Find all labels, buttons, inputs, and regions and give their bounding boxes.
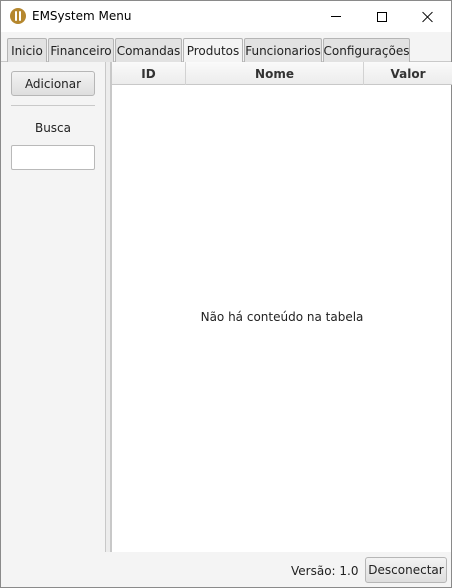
app-window: EMSystem Menu Inicio Financeiro Comandas… [0,0,452,588]
products-table: ID Nome Valor Não há conteúdo na tabela [111,62,452,552]
tab-funcionarios[interactable]: Funcionarios [244,38,322,62]
footer: Versão: 1.0 Desconectar [1,552,451,587]
minimize-button[interactable] [313,1,359,32]
maximize-button[interactable] [359,1,405,32]
maximize-icon [377,11,387,22]
tab-inicio[interactable]: Inicio [7,38,47,62]
tab-comandas[interactable]: Comandas [115,38,182,62]
version-label: Versão: 1.0 [291,564,359,578]
search-label: Busca [34,121,72,135]
sidebar: Adicionar Busca [1,62,105,552]
column-header-id[interactable]: ID [112,62,186,85]
tab-produtos[interactable]: Produtos [183,38,243,63]
tab-bar: Inicio Financeiro Comandas Produtos Func… [1,32,451,63]
close-icon [422,11,434,23]
search-input[interactable] [11,145,95,170]
title-bar: EMSystem Menu [1,1,451,32]
add-button[interactable]: Adicionar [11,71,95,96]
close-button[interactable] [405,1,451,32]
fork-knife-icon [10,8,26,24]
sidebar-divider [11,105,95,106]
empty-table-message: Não há conteúdo na tabela [200,310,364,324]
tab-financeiro[interactable]: Financeiro [48,38,114,62]
minimize-icon [331,16,341,17]
table-header: ID Nome Valor [112,62,452,85]
disconnect-button[interactable]: Desconectar [365,557,447,583]
column-header-valor[interactable]: Valor [364,62,452,85]
column-header-nome[interactable]: Nome [186,62,364,85]
window-title: EMSystem Menu [32,9,132,23]
tab-configuracoes[interactable]: Configurações [323,38,410,62]
